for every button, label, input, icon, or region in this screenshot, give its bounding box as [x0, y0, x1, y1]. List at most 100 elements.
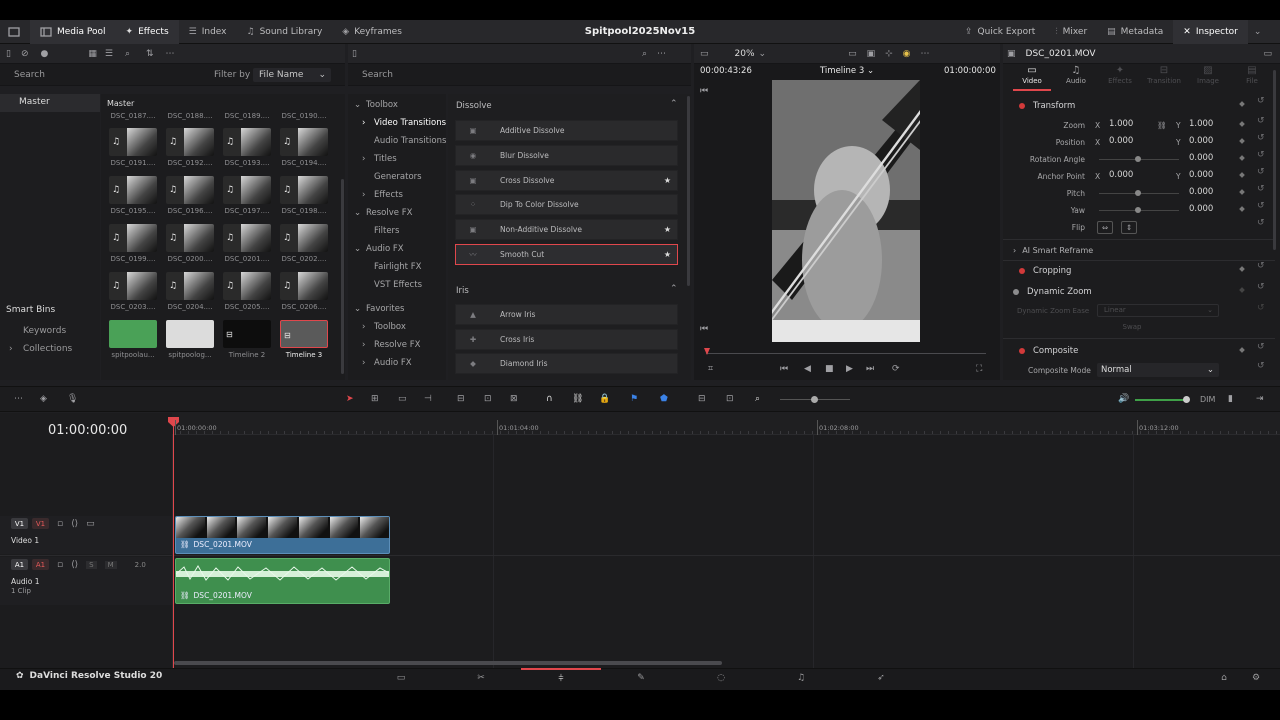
link-icon[interactable]: ⛓ [1157, 121, 1167, 130]
dz-ease-dropdown[interactable]: Linear ⌄ [1097, 304, 1219, 317]
transition-item[interactable]: 〰 Smooth Cut ★ [455, 244, 678, 265]
clip-thumbnail[interactable]: ♫ [223, 176, 271, 204]
enable-dot[interactable] [1013, 289, 1019, 295]
clip-thumbnail[interactable] [109, 320, 157, 348]
tree-item[interactable]: VST Effects [362, 280, 422, 290]
tree-item[interactable]: Generators [362, 172, 422, 182]
reset-icon[interactable]: ↺ [1257, 303, 1265, 313]
transition-item[interactable]: ▣ Cross Dissolve ★ [455, 169, 678, 191]
pitch-value[interactable]: 0.000 [1189, 187, 1213, 197]
inspector-tab[interactable]: ▤ File [1231, 64, 1273, 90]
prev-marker-icon[interactable]: ⏮ [700, 86, 708, 96]
search-icon[interactable]: ⌕ [642, 49, 647, 59]
clip-thumbnail[interactable]: ♫ [109, 272, 157, 300]
position-x-value[interactable]: 0.000 [1109, 136, 1133, 146]
timeline-scrollbar[interactable] [174, 661, 722, 665]
anchor-y-value[interactable]: 0.000 [1189, 170, 1213, 180]
keywords-bin[interactable]: Keywords [23, 326, 66, 336]
link-icon[interactable]: ⊘ [21, 49, 29, 59]
zoom-full-icon[interactable]: ⊟ [698, 394, 706, 404]
ai-reframe-section[interactable]: › AI Smart Reframe [1003, 240, 1275, 260]
fullscreen-icon[interactable]: ⛶ [976, 364, 982, 374]
more-icon[interactable]: ⋯ [657, 49, 666, 59]
edit-page-button[interactable]: ⫩ [521, 668, 601, 688]
marker-icon[interactable]: ⬟ [660, 394, 668, 404]
favorite-star-icon[interactable]: ★ [664, 176, 671, 185]
clip-thumbnail[interactable] [166, 320, 214, 348]
next-marker-icon[interactable]: ⏮ [700, 324, 708, 334]
favorite-star-icon[interactable]: ★ [664, 250, 671, 259]
audio-track-name[interactable]: Audio 1 [11, 577, 39, 586]
clip-thumbnail[interactable]: ⊟ [223, 320, 271, 348]
collections-expander[interactable]: › [9, 344, 13, 354]
timeline-ruler[interactable] [172, 413, 1280, 435]
sound-library-button[interactable]: ♫ Sound Library [237, 20, 333, 44]
microphone-icon[interactable]: 🎙 [67, 394, 78, 404]
zoom-x-value[interactable]: 1.000 [1109, 119, 1133, 129]
play-icon[interactable]: ▶ [846, 364, 853, 374]
tree-item[interactable]: › Effects [362, 190, 403, 200]
expand-button[interactable]: ⌄ [1248, 20, 1268, 44]
meter-icon[interactable]: ▮ [1228, 394, 1233, 404]
transform-icon[interactable]: ⊹ [885, 49, 893, 59]
a1-source-tag[interactable]: A1 [11, 559, 28, 570]
reverse-icon[interactable]: ◀ [804, 364, 811, 374]
lock-icon[interactable]: 🔒 [599, 394, 610, 404]
settings-button[interactable]: ⚙ [1216, 668, 1280, 688]
favorite-item[interactable]: › Toolbox [362, 322, 406, 332]
sort-icon[interactable]: ⇅ [146, 49, 154, 59]
tree-item[interactable]: › Video Transitions [362, 118, 446, 128]
deliver-page-button[interactable]: ➶ [841, 668, 921, 688]
clip-thumbnail[interactable]: ♫ [280, 128, 328, 156]
reset-icon[interactable]: ↺ [1257, 116, 1265, 126]
reset-icon[interactable]: ↺ [1257, 150, 1265, 160]
layout-icon[interactable]: ⋯ [14, 394, 23, 404]
position-y-value[interactable]: 0.000 [1189, 136, 1213, 146]
solo-button[interactable]: S [86, 560, 97, 569]
slider-knob[interactable] [1135, 207, 1141, 213]
tree-item[interactable]: ⌄ Toolbox [354, 100, 398, 110]
favorites-header[interactable]: ⌄ Favorites [354, 304, 404, 314]
transition-item[interactable]: ▣ Additive Dissolve [455, 120, 678, 141]
effects-scrollbar[interactable] [687, 96, 690, 286]
zoom-level[interactable]: 20% [735, 49, 755, 59]
transition-item[interactable]: ✚ Cross Iris [455, 328, 678, 350]
v1-dest-tag[interactable]: V1 [32, 518, 49, 529]
skip-end-icon[interactable]: ⏭ [866, 364, 874, 374]
dynamic-trim-icon[interactable]: ▭ [398, 394, 407, 404]
inspector-button[interactable]: ✕ Inspector [1173, 19, 1248, 44]
overwrite-clip-icon[interactable]: ⊡ [484, 394, 492, 404]
clip-thumbnail[interactable]: ♫ [280, 272, 328, 300]
tree-item[interactable]: ⌄ Audio FX [354, 244, 404, 254]
favorite-item[interactable]: › Audio FX [362, 358, 412, 368]
mute-button[interactable]: M [104, 560, 117, 569]
viewer-timeline-name[interactable]: Timeline 3 ⌄ [820, 66, 874, 76]
list-view-icon[interactable]: ☰ [105, 49, 113, 59]
composite-mode-dropdown[interactable]: Normal ⌄ [1097, 363, 1219, 377]
reset-icon[interactable]: ↺ [1257, 261, 1265, 271]
yaw-value[interactable]: 0.000 [1189, 204, 1213, 214]
more-icon[interactable]: ⋯ [921, 49, 930, 59]
media-pool-button[interactable]: Media Pool [30, 19, 116, 44]
tree-item[interactable]: ⌄ Resolve FX [354, 208, 412, 218]
fusion-page-button[interactable]: ✎ [601, 668, 681, 688]
inspector-tab[interactable]: ✦ Effects [1099, 64, 1141, 90]
search-icon[interactable]: ⌕ [125, 49, 130, 59]
cropping-section[interactable]: Cropping [1003, 261, 1275, 281]
slider-knob[interactable] [1135, 190, 1141, 196]
chevron-up-icon[interactable]: ⌃ [670, 284, 678, 294]
loop-icon[interactable]: ⟳ [892, 364, 900, 374]
dynamic-zoom-section[interactable]: Dynamic Zoom [1003, 282, 1275, 302]
clip-thumbnail[interactable]: ♫ [280, 176, 328, 204]
swap-button[interactable]: Swap [1097, 321, 1167, 334]
inspector-scrollbar[interactable] [1273, 70, 1276, 250]
slider-dot-icon[interactable]: ● [41, 49, 49, 59]
dim-button[interactable]: DIM [1200, 395, 1215, 404]
slider-knob[interactable] [1183, 396, 1190, 403]
flag-icon[interactable]: ⚑ [630, 394, 638, 404]
reset-icon[interactable]: ↺ [1257, 361, 1265, 371]
scrub-bar[interactable] [706, 353, 986, 354]
video-track-name[interactable]: Video 1 [11, 536, 39, 545]
a1-dest-tag[interactable]: A1 [32, 559, 49, 570]
media-scrollbar[interactable] [341, 179, 344, 374]
